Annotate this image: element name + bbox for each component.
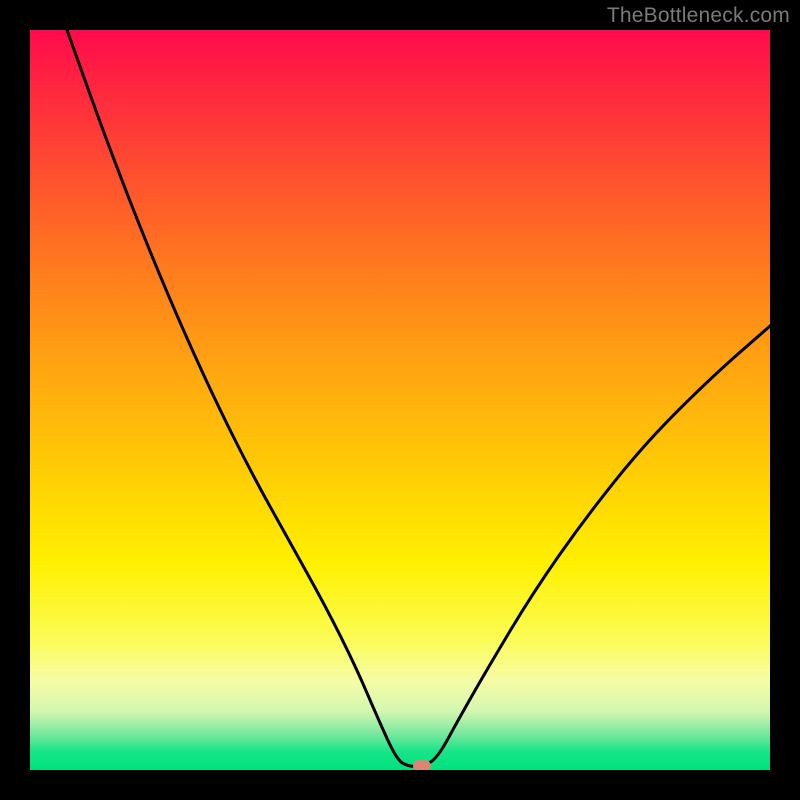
optimal-marker bbox=[413, 760, 431, 770]
plot-area bbox=[30, 30, 770, 770]
curve-svg bbox=[30, 30, 770, 770]
bottleneck-curve-path bbox=[67, 30, 770, 766]
watermark-text: TheBottleneck.com bbox=[607, 4, 790, 28]
chart-frame: TheBottleneck.com bbox=[0, 0, 800, 800]
